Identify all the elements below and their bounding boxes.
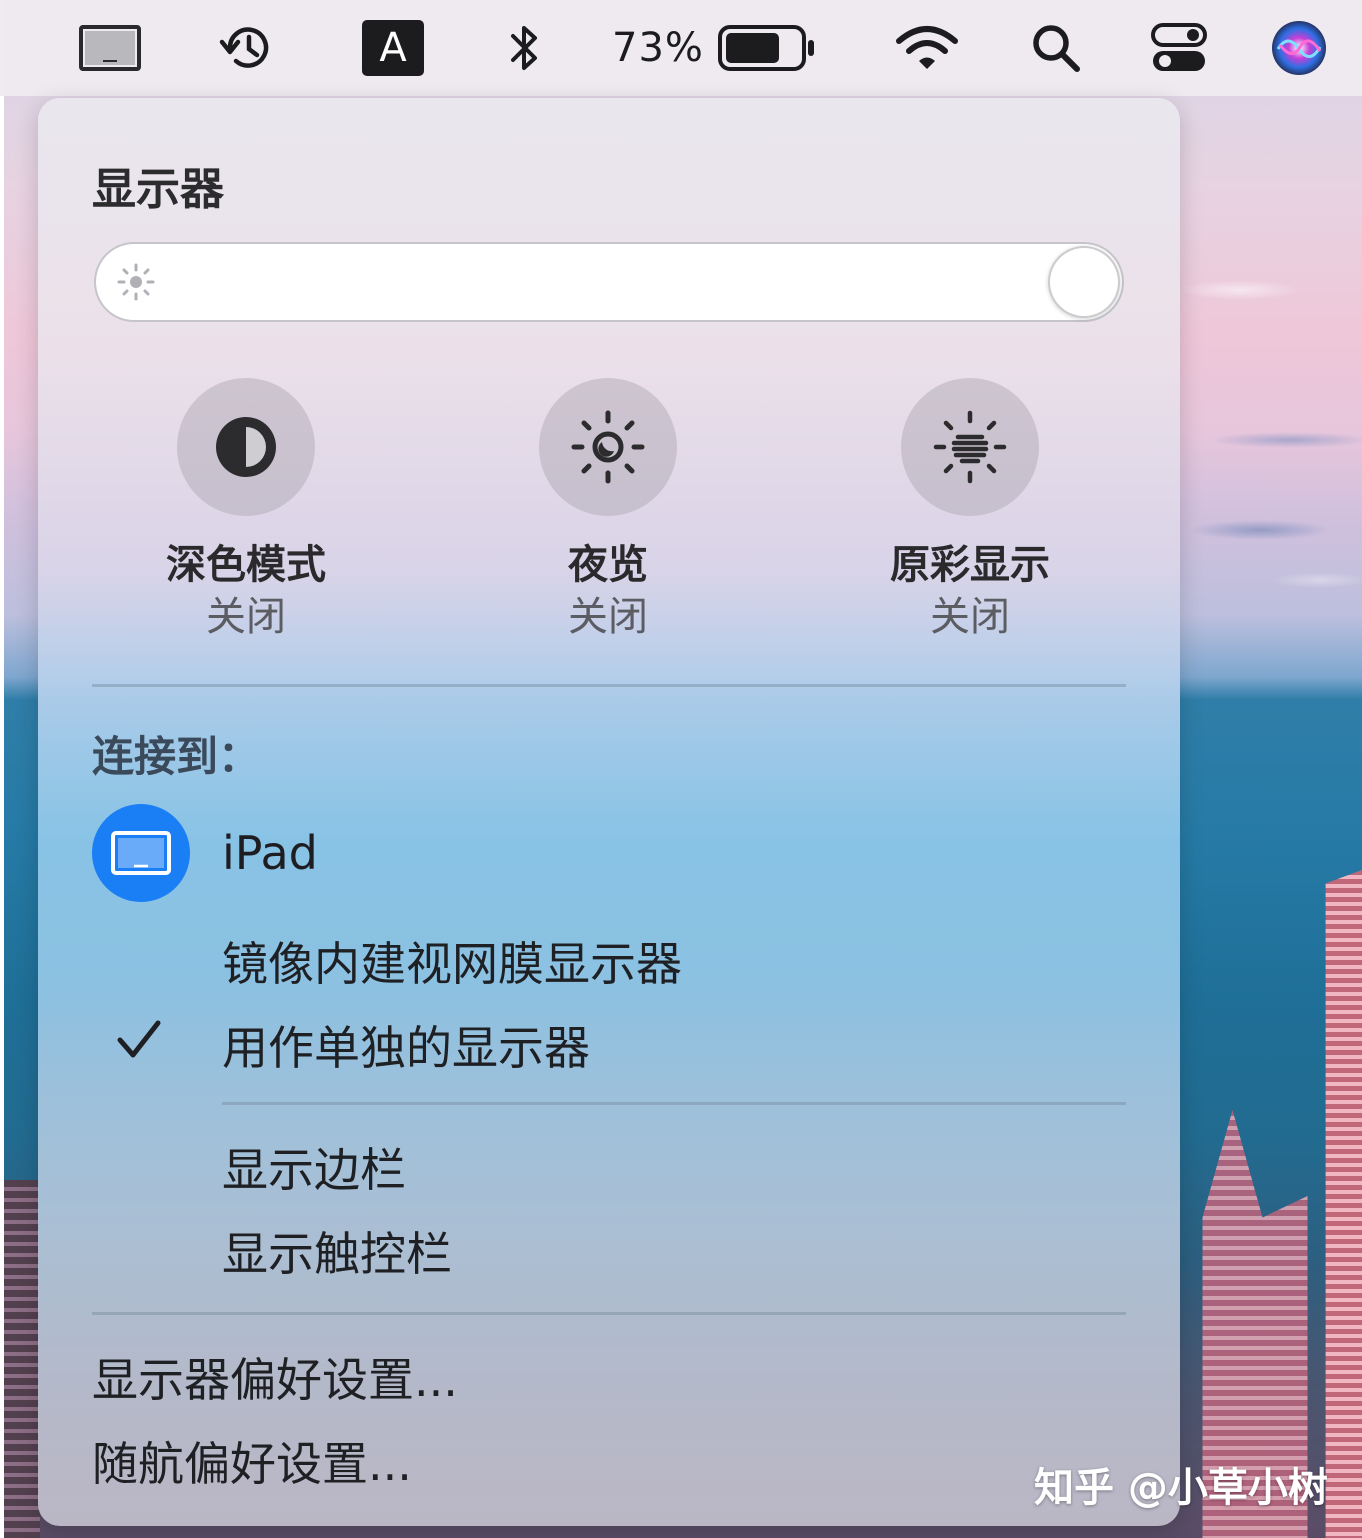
dark-mode-toggle[interactable]: 深色模式 关闭 [126,378,366,644]
dark-mode-icon [216,417,276,477]
true-tone-button[interactable] [901,378,1039,516]
night-shift-button[interactable] [539,378,677,516]
control-center-icon[interactable] [1146,0,1212,96]
true-tone-toggle[interactable]: 原彩显示 关闭 [850,378,1090,644]
true-tone-state: 关闭 [930,594,1010,640]
brightness-slider[interactable] [94,242,1124,322]
wifi-icon[interactable] [892,0,962,96]
ipad-icon [111,831,171,875]
battery-status[interactable]: 73% [612,0,832,96]
watermark-text: 知乎 @小草小树 [1034,1465,1328,1511]
night-shift-toggle[interactable]: 夜览 关闭 [488,378,728,644]
divider [92,684,1126,687]
ipad-device-button[interactable] [92,804,190,902]
true-tone-label: 原彩显示 [890,542,1050,588]
night-shift-icon [571,410,645,484]
dark-mode-button[interactable] [177,378,315,516]
input-source-label: A [379,25,407,71]
wallpaper-building-left [4,1180,40,1538]
display-menu-panel: 显示器 深色模式 关闭 夜览 关闭 原彩显示 关闭 连接到： iPad 镜像内建… [38,98,1180,1526]
siri-icon[interactable] [1266,0,1332,96]
battery-percent: 73% [612,25,704,71]
night-shift-label: 夜览 [568,542,648,588]
sidecar-preferences-item[interactable]: 随航偏好设置... [92,1428,412,1494]
show-touch-bar-option[interactable]: 显示触控栏 [222,1218,452,1284]
divider [92,1312,1126,1315]
battery-icon [717,25,814,71]
device-name[interactable]: iPad [222,826,318,880]
input-source-icon[interactable]: A [360,0,426,96]
brightness-slider-knob[interactable] [1048,246,1120,318]
dark-mode-label: 深色模式 [166,542,326,588]
sun-icon [117,263,155,301]
dark-mode-state: 关闭 [206,594,286,640]
menu-bar: A 73% [0,0,1362,96]
true-tone-icon [933,410,1007,484]
show-sidebar-option[interactable]: 显示边栏 [222,1134,406,1200]
bluetooth-icon[interactable] [500,0,550,96]
panel-title: 显示器 [92,164,224,215]
connect-to-label: 连接到： [92,732,261,781]
display-preferences-item[interactable]: 显示器偏好设置... [92,1344,458,1410]
checkmark-icon [117,1020,161,1058]
wallpaper-clouds [1180,110,1362,670]
mirror-display-option[interactable]: 镜像内建视网膜显示器 [222,928,682,994]
spotlight-search-icon[interactable] [1026,0,1086,96]
time-machine-icon[interactable] [210,0,282,96]
night-shift-state: 关闭 [568,594,648,640]
separate-display-option[interactable]: 用作单独的显示器 [222,1012,590,1078]
display-mirror-icon[interactable] [72,0,148,96]
divider [222,1102,1126,1105]
